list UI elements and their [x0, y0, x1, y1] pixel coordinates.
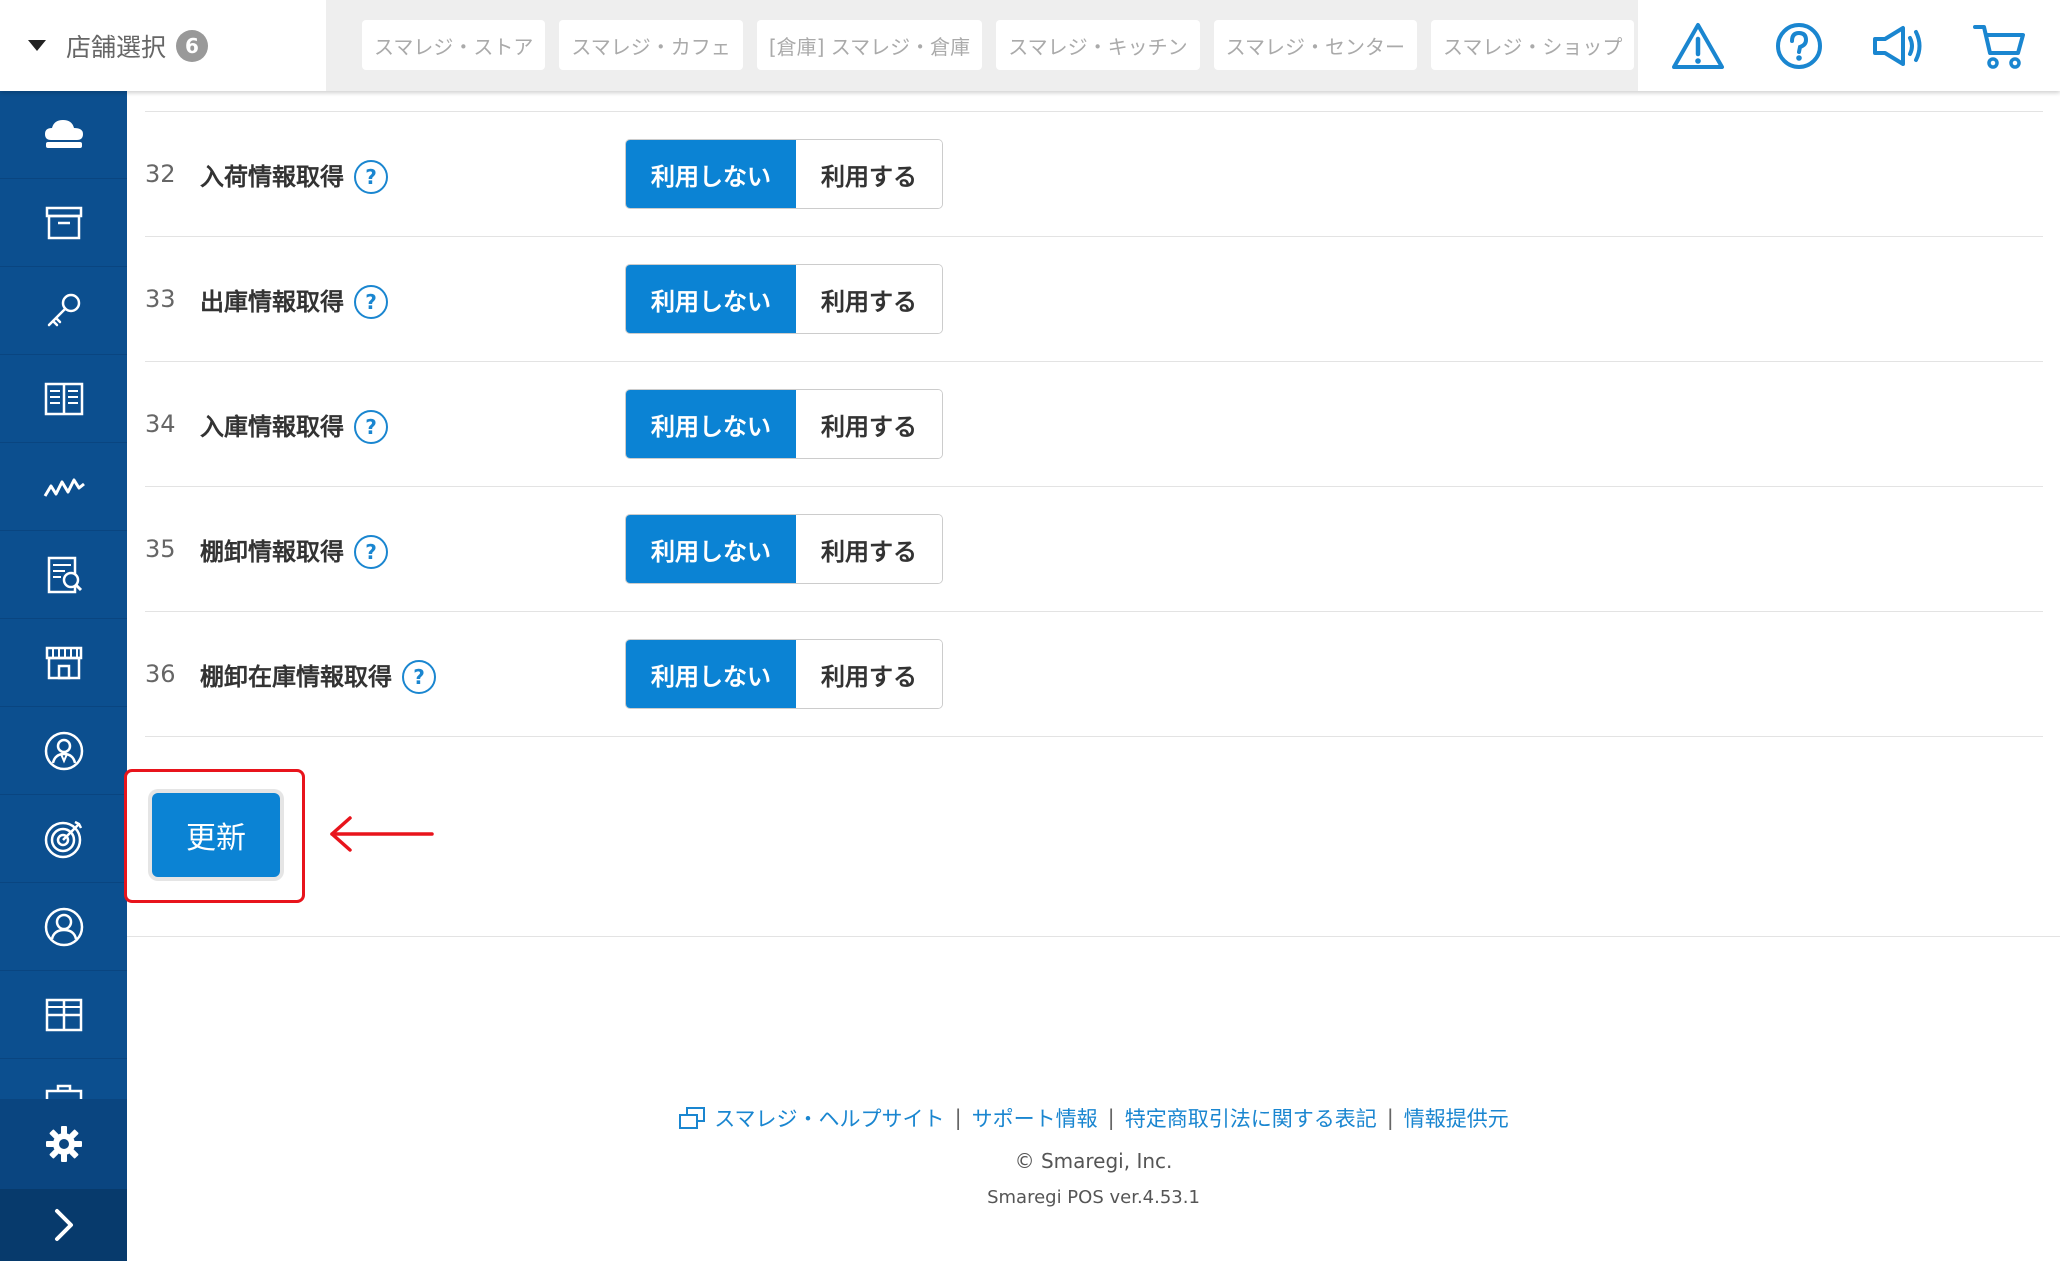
- toggle-on-option[interactable]: 利用する: [796, 140, 942, 208]
- setting-row: 36 棚卸在庫情報取得 ? 利用しない 利用する: [145, 612, 2043, 737]
- store-tabs: スマレジ・ストア スマレジ・カフェ [倉庫] スマレジ・倉庫 スマレジ・キッチン…: [362, 20, 1635, 70]
- header-icons: [1638, 0, 2060, 91]
- version-text: Smaregi POS ver.4.53.1: [987, 1187, 1200, 1208]
- row-number: 35: [145, 535, 176, 563]
- toggle-on-option[interactable]: 利用する: [796, 515, 942, 583]
- cloud-icon: [44, 119, 83, 148]
- sidebar-item-sales[interactable]: [0, 443, 127, 531]
- setting-name: 棚卸在庫情報取得: [200, 662, 392, 691]
- toggle-off-option[interactable]: 利用しない: [626, 265, 796, 333]
- usage-toggle: 利用しない 利用する: [625, 389, 943, 459]
- arrow-left-icon: [330, 816, 434, 852]
- setting-name: 入荷情報取得: [200, 162, 344, 191]
- sidebar-item-user[interactable]: [0, 883, 127, 971]
- help-icon[interactable]: ?: [354, 160, 388, 194]
- report-icon: [47, 556, 82, 593]
- sidebar-item-book[interactable]: [0, 355, 127, 443]
- row-number: 34: [145, 410, 176, 438]
- sidebar-item-grid[interactable]: [0, 971, 127, 1059]
- sidebar-item-report[interactable]: [0, 531, 127, 619]
- update-button[interactable]: 更新: [152, 793, 280, 877]
- megaphone-icon[interactable]: [1869, 16, 1929, 76]
- sidebar-item-target[interactable]: [0, 795, 127, 883]
- row-number: 32: [145, 160, 176, 188]
- toggle-off-option[interactable]: 利用しない: [626, 390, 796, 458]
- sales-chart-icon: [43, 478, 85, 497]
- sidebar-expand-button[interactable]: [0, 1189, 127, 1261]
- footer-divider: [127, 936, 2060, 937]
- store-tab[interactable]: スマレジ・キッチン: [996, 20, 1200, 70]
- row-number: 33: [145, 285, 176, 313]
- main-content: 32 入荷情報取得 ? 利用しない 利用する 33 出庫情報取得 ? 利用しない…: [124, 91, 2060, 1261]
- sidebar-item-inbox[interactable]: [0, 179, 127, 267]
- help-site-link[interactable]: スマレジ・ヘルプサイト: [714, 1103, 944, 1133]
- store-tab[interactable]: スマレジ・ショップ: [1431, 20, 1635, 70]
- cart-icon[interactable]: [1970, 16, 2030, 76]
- caret-down-icon: [28, 40, 46, 51]
- sidebar-bottom: [0, 1099, 127, 1261]
- store-count-badge: 6: [176, 29, 209, 62]
- store-tab[interactable]: スマレジ・カフェ: [559, 20, 743, 70]
- toggle-on-option[interactable]: 利用する: [796, 390, 942, 458]
- user-icon: [44, 907, 83, 946]
- legal-notice-link[interactable]: 特定商取引法に関する表記: [1125, 1103, 1377, 1133]
- usage-toggle: 利用しない 利用する: [625, 639, 943, 709]
- store-tab[interactable]: スマレジ・ストア: [362, 20, 546, 70]
- warning-icon[interactable]: [1668, 16, 1728, 76]
- usage-toggle: 利用しない 利用する: [625, 514, 943, 584]
- setting-row: 34 入庫情報取得 ? 利用しない 利用する: [145, 362, 2043, 487]
- help-icon[interactable]: ?: [402, 660, 436, 694]
- usage-toggle: 利用しない 利用する: [625, 139, 943, 209]
- toggle-off-option[interactable]: 利用しない: [626, 140, 796, 208]
- copyright-text: © Smaregi, Inc.: [1014, 1149, 1173, 1173]
- store-tab[interactable]: スマレジ・センター: [1213, 20, 1417, 70]
- book-icon: [44, 382, 83, 415]
- key-icon: [47, 293, 80, 326]
- setting-row: 33 出庫情報取得 ? 利用しない 利用する: [145, 237, 2043, 362]
- sidebar-item-cloud[interactable]: [0, 91, 127, 179]
- external-window-icon: [679, 1107, 706, 1129]
- sidebar: [0, 91, 127, 1261]
- chevron-right-icon: [54, 1209, 73, 1241]
- setting-name: 棚卸情報取得: [200, 537, 344, 566]
- sidebar-item-key[interactable]: [0, 267, 127, 355]
- store-select-button[interactable]: 店舗選択 6: [0, 0, 326, 91]
- sidebar-item-briefcase[interactable]: [0, 1059, 127, 1099]
- toggle-off-option[interactable]: 利用しない: [626, 515, 796, 583]
- separator: |: [954, 1106, 962, 1130]
- grid-icon: [45, 998, 82, 1031]
- settings-button[interactable]: [0, 1099, 127, 1189]
- gear-icon: [45, 1126, 82, 1162]
- help-icon[interactable]: ?: [354, 410, 388, 444]
- setting-name: 入庫情報取得: [200, 412, 344, 441]
- sidebar-item-store[interactable]: [0, 619, 127, 707]
- support-link[interactable]: サポート情報: [972, 1103, 1098, 1133]
- top-bar: 店舗選択 6 スマレジ・ストア スマレジ・カフェ [倉庫] スマレジ・倉庫 スマ…: [0, 0, 2060, 91]
- row-number: 36: [145, 660, 176, 688]
- briefcase-icon: [45, 1084, 82, 1099]
- footer-links: スマレジ・ヘルプサイト | サポート情報 | 特定商取引法に関する表記 | 情報…: [127, 1103, 2060, 1133]
- setting-row: 35 棚卸情報取得 ? 利用しない 利用する: [145, 487, 2043, 612]
- help-icon[interactable]: [1769, 16, 1829, 76]
- separator: |: [1386, 1106, 1394, 1130]
- separator: |: [1107, 1106, 1115, 1130]
- store-tab[interactable]: [倉庫] スマレジ・倉庫: [756, 20, 983, 70]
- settings-list: 32 入荷情報取得 ? 利用しない 利用する 33 出庫情報取得 ? 利用しない…: [145, 111, 2043, 737]
- info-provider-link[interactable]: 情報提供元: [1404, 1103, 1509, 1133]
- target-icon: [44, 820, 82, 858]
- setting-row: 32 入荷情報取得 ? 利用しない 利用する: [145, 112, 2043, 237]
- toggle-on-option[interactable]: 利用する: [796, 265, 942, 333]
- customer-icon: [44, 731, 83, 770]
- help-icon[interactable]: ?: [354, 535, 388, 569]
- toggle-on-option[interactable]: 利用する: [796, 640, 942, 708]
- inbox-icon: [45, 206, 82, 239]
- toggle-off-option[interactable]: 利用しない: [626, 640, 796, 708]
- sidebar-item-customer[interactable]: [0, 707, 127, 795]
- setting-name: 出庫情報取得: [200, 287, 344, 316]
- usage-toggle: 利用しない 利用する: [625, 264, 943, 334]
- store-select-label: 店舗選択: [66, 32, 167, 62]
- store-icon: [45, 646, 82, 679]
- help-icon[interactable]: ?: [354, 285, 388, 319]
